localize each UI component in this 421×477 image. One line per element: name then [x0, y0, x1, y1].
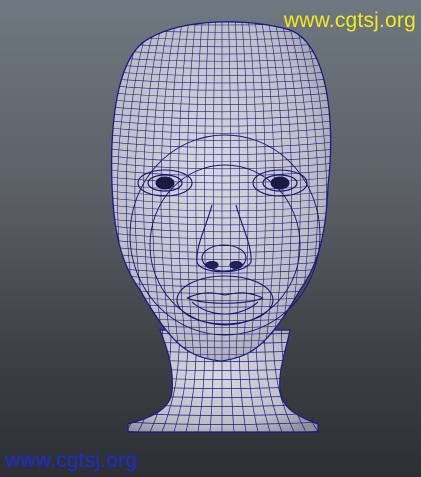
head-mesh: [110, 21, 332, 362]
watermark-top: www.cgtsj.org: [283, 9, 416, 32]
3d-viewport[interactable]: www.cgtsj.org www.cgtsj.org: [0, 0, 421, 477]
head-wireframe-model[interactable]: [0, 0, 421, 477]
watermark-bottom: www.cgtsj.org: [5, 449, 138, 472]
